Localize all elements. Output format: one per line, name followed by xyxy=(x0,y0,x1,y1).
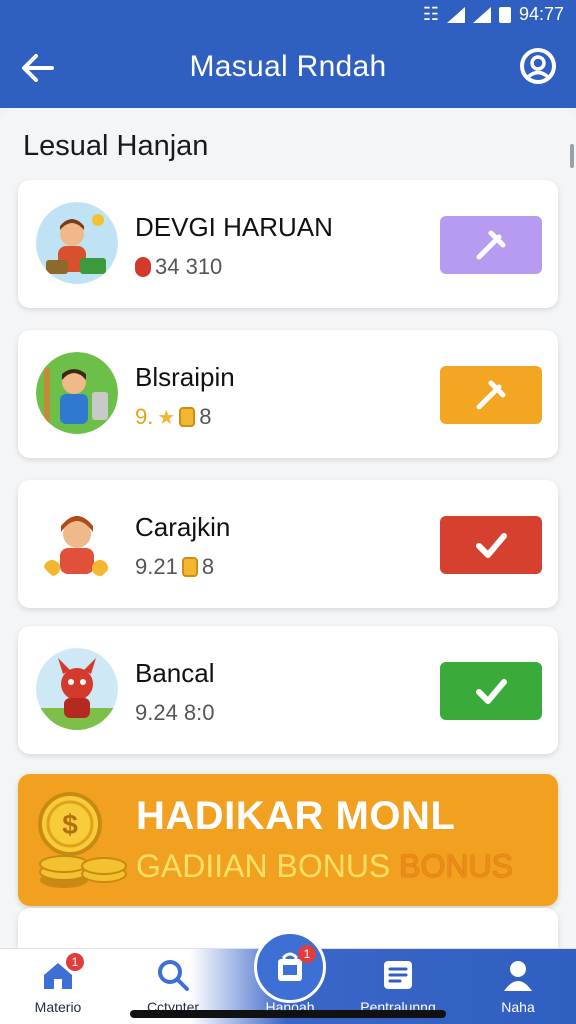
banner-subtitle-main: GADIIAN BONUS xyxy=(136,848,400,884)
bag-icon: 1 xyxy=(272,945,316,985)
item-name: Bancal xyxy=(135,658,215,688)
nav-label: Materio xyxy=(34,999,82,1015)
item-meta-value-b: 8 xyxy=(199,404,212,429)
home-indicator[interactable] xyxy=(130,1010,446,1018)
item-name: Carajkin xyxy=(135,512,231,542)
nav-center-button[interactable]: 1 xyxy=(254,931,326,1003)
item-name: Blsraipin xyxy=(135,362,235,392)
status-icons: ☷ 94:77 xyxy=(423,4,564,25)
scrollbar[interactable] xyxy=(570,144,574,168)
search-icon xyxy=(155,957,191,993)
app-bar: Masual Rndah xyxy=(0,30,576,108)
page-title: Masual Rndah xyxy=(189,50,387,83)
battery-icon xyxy=(498,6,511,23)
banner-subtitle-accent: BONUS xyxy=(399,848,513,884)
nav-item-home[interactable]: 1 Materio xyxy=(10,953,106,1021)
check-button[interactable] xyxy=(440,662,542,720)
item-meta: 9.24 8:0 xyxy=(135,700,215,726)
list-item[interactable]: Blsraipin 9. ★ 8 xyxy=(18,330,558,458)
coin-icon xyxy=(181,557,198,577)
ruby-icon xyxy=(135,257,151,277)
item-meta: 34 310 xyxy=(135,254,222,280)
item-meta-value: 34 310 xyxy=(155,254,223,279)
coins-icon: $ xyxy=(38,792,127,888)
list-item[interactable]: Carajkin 9.21 8 xyxy=(18,480,558,608)
notification-badge: 1 xyxy=(298,945,316,963)
item-meta: 9. ★ 8 xyxy=(135,404,212,430)
avatar xyxy=(36,648,118,730)
nav-label: Naha xyxy=(501,999,535,1015)
svg-text:$: $ xyxy=(62,809,78,840)
item-meta-value-b: 8 xyxy=(201,554,215,579)
avatar xyxy=(36,502,118,584)
nav-item-profile[interactable]: Naha xyxy=(470,957,566,1021)
user-icon xyxy=(500,957,536,993)
avatar xyxy=(36,352,118,434)
list-icon xyxy=(380,957,416,993)
signal-icon-2 xyxy=(472,6,491,23)
status-time: 94:77 xyxy=(518,4,564,24)
item-meta-value: 9.24 8:0 xyxy=(135,700,215,725)
avatar xyxy=(36,202,118,284)
user-circle-icon xyxy=(520,48,556,84)
list-item[interactable]: DEVGI HARUAN 34 310 xyxy=(18,180,558,308)
action-button[interactable] xyxy=(440,216,542,274)
item-meta: 9.21 8 xyxy=(135,554,214,580)
check-icon xyxy=(476,533,507,558)
home-icon: 1 xyxy=(40,953,84,993)
main-content: Lesual Hanjan DEVGI HARUAN 34 310 Blsrai… xyxy=(0,108,576,948)
list-item[interactable]: Bancal 9.24 8:0 xyxy=(18,626,558,754)
pin-icon xyxy=(476,380,506,410)
notification-badge: 1 xyxy=(66,953,84,971)
pin-icon xyxy=(476,230,506,260)
item-meta-value-a: 9.21 xyxy=(135,554,178,579)
profile-button[interactable] xyxy=(518,46,558,86)
banner-title: HADIKAR MONL xyxy=(136,794,456,838)
section-title: Lesual Hanjan xyxy=(23,130,209,162)
check-icon xyxy=(476,679,507,704)
signal-icon xyxy=(446,6,465,23)
item-meta-value-a: 9. xyxy=(135,404,154,429)
coin-icon xyxy=(179,407,196,427)
status-bar: ☷ 94:77 xyxy=(0,0,576,30)
star-icon: ★ xyxy=(157,406,176,429)
bonus-banner[interactable]: $ HADIKAR MONL GADIIAN BONUS BONUS xyxy=(18,774,558,906)
wifi-icon: ☷ xyxy=(422,4,439,24)
check-button[interactable] xyxy=(440,516,542,574)
banner-subtitle: GADIIAN BONUS BONUS xyxy=(136,848,513,885)
item-name: DEVGI HARUAN xyxy=(135,212,333,242)
action-button[interactable] xyxy=(440,366,542,424)
